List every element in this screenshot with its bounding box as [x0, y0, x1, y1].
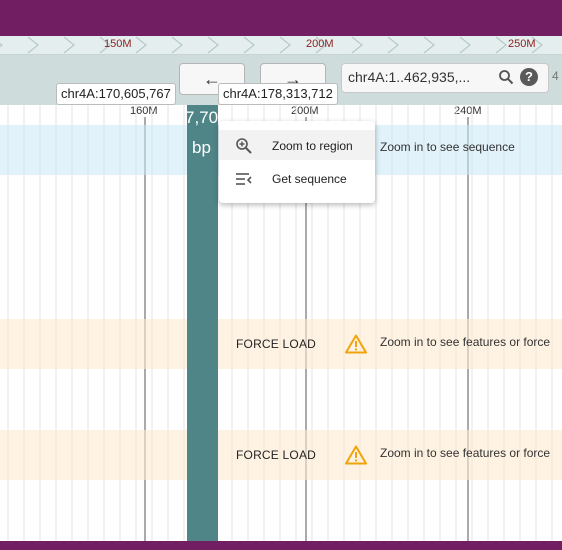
region-selection[interactable]: [187, 105, 218, 541]
overview-label: 150M: [104, 38, 132, 50]
menu-item-get-sequence[interactable]: Get sequence: [219, 163, 375, 193]
feature-zoom-message: Zoom in to see features or force: [380, 335, 551, 349]
menu-item-label: Get sequence: [272, 172, 347, 186]
help-icon[interactable]: ?: [520, 68, 538, 86]
feature-zoom-message: Zoom in to see features or force: [380, 446, 551, 460]
search-icon[interactable]: [498, 69, 514, 85]
force-load-button[interactable]: FORCE LOAD: [236, 448, 316, 462]
location-input[interactable]: [348, 69, 488, 85]
selection-unit-label: bp: [192, 138, 211, 157]
overview-chevrons: [0, 36, 543, 54]
warning-icon: [345, 334, 367, 354]
overview-label: 250M: [508, 38, 536, 50]
selection-end-tooltip: chr4A:178,313,712: [218, 83, 338, 105]
menu-item-label: Zoom to region: [272, 139, 353, 153]
selection-size-label: 7,70: [185, 108, 219, 127]
rubberband-context-menu: Zoom to region Get sequence: [219, 121, 375, 203]
overview-label: 200M: [306, 38, 334, 50]
menu-item-zoom-to-region[interactable]: Zoom to region: [219, 130, 375, 160]
zoom-in-icon: [236, 138, 252, 154]
overview-scalebar[interactable]: 150M 200M 250M: [0, 36, 562, 55]
location-search-box[interactable]: ?: [341, 63, 549, 93]
sequence-zoom-message: Zoom in to see sequence: [380, 140, 515, 154]
force-load-button[interactable]: FORCE LOAD: [236, 337, 316, 351]
header-overflow-text: 4: [552, 69, 559, 83]
bottom-bar: [0, 541, 562, 550]
subject-icon: [236, 173, 252, 185]
app-header-bar: [0, 0, 562, 36]
warning-icon: [345, 445, 367, 465]
selection-start-tooltip: chr4A:170,605,767: [56, 83, 176, 105]
